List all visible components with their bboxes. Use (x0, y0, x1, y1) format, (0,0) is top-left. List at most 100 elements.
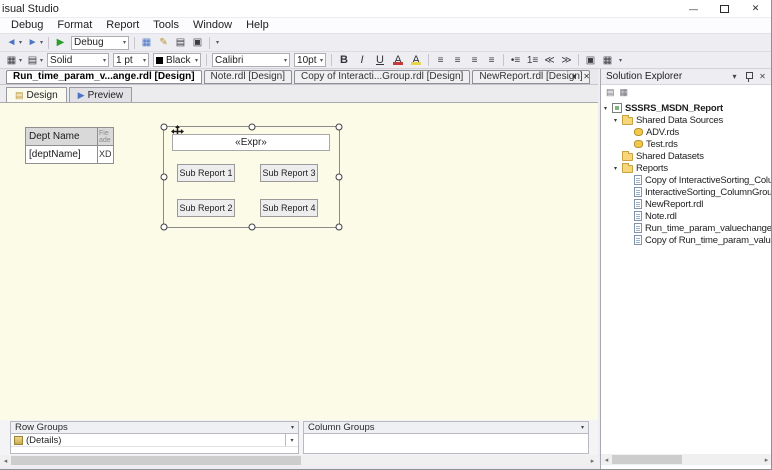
expression-textbox[interactable]: «Expr» (172, 134, 330, 151)
tab-design[interactable]: ▤ Design (6, 87, 67, 102)
expander-icon[interactable]: ▾ (604, 105, 612, 112)
toolbar-options-button[interactable]: ▾ (616, 52, 624, 68)
tree-item-adv-rds[interactable]: ADV.rds (601, 126, 772, 138)
align-justify-button[interactable]: ≡ (483, 52, 500, 68)
pin-icon[interactable] (744, 72, 753, 82)
selection-handle[interactable] (336, 124, 343, 131)
selected-rectangle[interactable]: «Expr» Sub Report 1 Sub Report 3 Sub Rep… (163, 126, 340, 228)
tree-item-run-time-param[interactable]: Run_time_param_valuechange.rdl (601, 222, 772, 234)
minimize-button[interactable]: — (678, 0, 709, 17)
borders-button[interactable]: ▦ ▾ (3, 52, 24, 68)
scroll-right-arrow[interactable]: ▸ (761, 454, 772, 465)
tree-item-reports[interactable]: ▾ Reports (601, 162, 772, 174)
selection-handle[interactable] (161, 224, 168, 231)
align-left-button[interactable]: ≡ (432, 52, 449, 68)
bullets-button[interactable]: •≡ (507, 52, 524, 68)
selection-handle[interactable] (248, 124, 255, 131)
subreport-3[interactable]: Sub Report 3 (260, 164, 318, 182)
row-groups-header[interactable]: Row Groups ▾ (10, 421, 299, 434)
snap-to-grid-button[interactable]: ▦ (599, 52, 616, 68)
scroll-left-arrow[interactable]: ◂ (601, 454, 612, 465)
menu-item-tools[interactable]: Tools (146, 18, 186, 33)
numbering-button[interactable]: 1≡ (524, 52, 541, 68)
scroll-left-arrow[interactable]: ◂ (0, 455, 11, 466)
bold-button[interactable]: B (335, 52, 353, 68)
toolbar-options-button[interactable]: ▾ (213, 35, 221, 51)
chevron-down-icon[interactable]: ▾ (581, 424, 584, 431)
selection-handle[interactable] (248, 224, 255, 231)
menu-item-debug[interactable]: Debug (4, 18, 50, 33)
menu-item-help[interactable]: Help (239, 18, 276, 33)
show-all-files-icon[interactable]: ▦ (620, 87, 629, 98)
scroll-right-arrow[interactable]: ▸ (587, 455, 598, 466)
navigate-backward-button[interactable]: ◄ ▾ (3, 35, 24, 51)
tree-item-project[interactable]: ▾ SSSRS_MSDN_Report (601, 102, 772, 114)
selection-handle[interactable] (336, 174, 343, 181)
expander-icon[interactable]: ▾ (614, 117, 622, 124)
close-button[interactable]: ✕ (740, 0, 771, 17)
selection-handle[interactable] (161, 124, 168, 131)
scrollbar-track[interactable] (612, 454, 761, 465)
menu-item-report[interactable]: Report (99, 18, 146, 33)
view-code-button[interactable]: ▤ (172, 35, 189, 51)
row-group-item-details[interactable]: (Details) ▾ (11, 434, 298, 447)
italic-button[interactable]: I (353, 52, 371, 68)
decrease-indent-button[interactable]: ≪ (541, 52, 558, 68)
scrollbar-thumb[interactable] (612, 455, 682, 464)
window-position-dropdown[interactable]: ▾ (728, 72, 741, 81)
tree-item-shared-data-sources[interactable]: ▾ Shared Data Sources (601, 114, 772, 126)
tablix-clipped-data-cell[interactable]: XD (98, 146, 114, 164)
tree-item-note[interactable]: Note.rdl (601, 210, 772, 222)
layout-button[interactable]: ▣ (582, 52, 599, 68)
maximize-button[interactable] (709, 0, 740, 17)
border-color-combo[interactable]: Black ▾ (153, 53, 201, 67)
expander-icon[interactable]: ▾ (614, 165, 622, 172)
font-name-combo[interactable]: Calibri ▾ (212, 53, 290, 67)
tree-item-shared-datasets[interactable]: Shared Datasets (601, 150, 772, 162)
report-design-canvas[interactable]: Dept Name Fie ade [deptName] XD «Expr (0, 103, 598, 420)
deploy-button[interactable]: ▦ (138, 35, 155, 51)
chevron-down-icon[interactable]: ▾ (291, 424, 294, 431)
tree-item-copy-interactivesorting[interactable]: Copy of InteractiveSorting_Column (601, 174, 772, 186)
font-color-button[interactable]: A (389, 52, 407, 68)
close-panel-button[interactable]: ✕ (756, 72, 769, 81)
column-groups-header[interactable]: Column Groups ▾ (303, 421, 589, 434)
scrollbar-thumb[interactable] (11, 456, 301, 465)
tree-item-test-rds[interactable]: Test.rds (601, 138, 772, 150)
menu-item-format[interactable]: Format (50, 18, 99, 33)
fill-color-button[interactable]: ▤ ▾ (24, 52, 45, 68)
tablix-header-cell[interactable]: Dept Name (26, 128, 98, 146)
tree-item-interactivesorting[interactable]: InteractiveSorting_ColumnGroup. (601, 186, 772, 198)
highlight-color-button[interactable]: A (407, 52, 425, 68)
selection-handle[interactable] (336, 224, 343, 231)
explorer-horizontal-scrollbar[interactable]: ◂ ▸ (601, 454, 772, 465)
start-debug-button[interactable]: ▶ (52, 35, 69, 51)
tree-item-copy-run-time-param[interactable]: Copy of Run_time_param_valuecha (601, 234, 772, 246)
tree-item-newreport[interactable]: NewReport.rdl (601, 198, 772, 210)
align-right-button[interactable]: ≡ (466, 52, 483, 68)
solution-configuration-combo[interactable]: Debug ▾ (71, 36, 129, 50)
increase-indent-button[interactable]: ≫ (558, 52, 575, 68)
tab-preview[interactable]: ▶ Preview (69, 87, 133, 102)
tab-run-time-param-valuechange[interactable]: Run_time_param_v...ange.rdl [Design] (6, 70, 202, 84)
edit-script-button[interactable]: ✎ (155, 35, 172, 51)
border-style-combo[interactable]: Solid ▾ (47, 53, 109, 67)
font-size-combo[interactable]: 10pt ▾ (294, 53, 326, 67)
tablix-clipped-header-cell[interactable]: Fie ade (98, 128, 114, 146)
subreport-4[interactable]: Sub Report 4 (260, 199, 318, 217)
subreport-2[interactable]: Sub Report 2 (177, 199, 235, 217)
tab-note[interactable]: Note.rdl [Design] (204, 70, 292, 84)
align-center-button[interactable]: ≡ (449, 52, 466, 68)
border-width-combo[interactable]: 1 pt ▾ (113, 53, 149, 67)
subreport-1[interactable]: Sub Report 1 (177, 164, 235, 182)
scrollbar-track[interactable] (11, 455, 587, 466)
selection-handle[interactable] (161, 174, 168, 181)
tab-copy-of-interactivesorting[interactable]: Copy of Interacti...Group.rdl [Design] (294, 70, 470, 84)
menu-item-window[interactable]: Window (186, 18, 239, 33)
view-designer-button[interactable]: ▣ (189, 35, 206, 51)
properties-icon[interactable]: ▤ (606, 87, 615, 98)
tablix-data-cell[interactable]: [deptName] (26, 146, 98, 164)
navigate-forward-button[interactable]: ► ▾ (24, 35, 45, 51)
close-document-button[interactable]: ✕ (583, 72, 590, 81)
underline-button[interactable]: U (371, 52, 389, 68)
